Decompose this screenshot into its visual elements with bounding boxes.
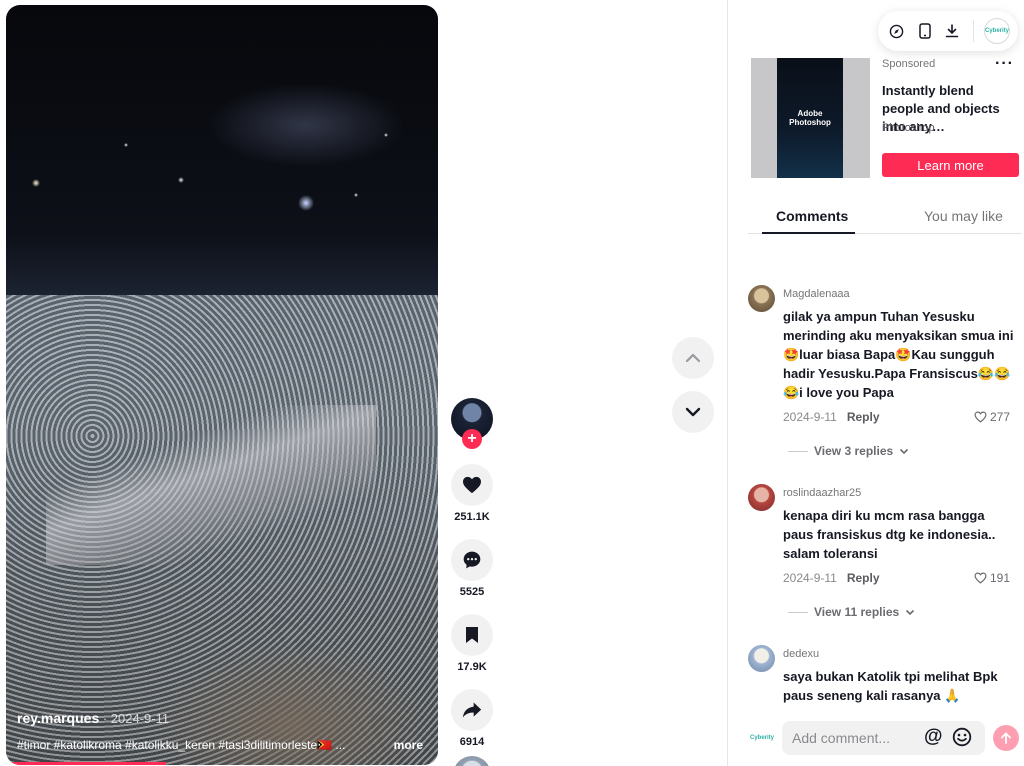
commenter-avatar[interactable] [748, 484, 775, 511]
commenter-avatar[interactable] [748, 645, 775, 672]
video-tree [76, 565, 436, 765]
comment-date: 2024-9-11 [783, 571, 837, 585]
comment-like-button[interactable]: 191 [974, 571, 1010, 585]
chevron-down-icon [900, 448, 909, 454]
top-toolbar: Cyberity [878, 11, 1018, 51]
tab-you-may-like[interactable]: You may like [924, 208, 1003, 224]
ad-brand[interactable]: Photoshop [882, 122, 935, 134]
comment-action: 5525 [450, 539, 494, 598]
comment-like-button[interactable]: 277 [974, 410, 1010, 424]
share-button[interactable] [451, 689, 493, 731]
ad-more-options-button[interactable]: ··· [995, 55, 1014, 73]
like-action: 251.1K [450, 464, 494, 523]
share-arrow-icon [462, 702, 482, 718]
replies-divider-line [788, 611, 808, 613]
sound-avatar[interactable] [453, 756, 491, 766]
share-action: 6914 [450, 689, 494, 748]
view-replies-button[interactable]: View 3 replies [788, 444, 909, 458]
send-comment-button[interactable] [993, 725, 1019, 751]
comment-date: 2024-9-11 [783, 410, 837, 424]
comment-like-count: 191 [989, 571, 1010, 585]
music-disc[interactable] [450, 756, 494, 766]
comment-item: dedexu saya bukan Katolik tpi melihat Bp… [748, 645, 1018, 710]
active-tab-indicator [762, 232, 855, 234]
toolbar-divider [973, 20, 974, 42]
action-rail: + 251.1K 5525 17.9K 6914 [450, 398, 494, 766]
view-replies-label: View 11 replies [814, 605, 900, 619]
comment-item: roslindaazhar25 kenapa diri ku mcm rasa … [748, 484, 1018, 624]
comment-count: 5525 [459, 586, 485, 598]
previous-video-button[interactable] [672, 337, 714, 379]
tiktok-video-page: rey.marques · 2024-9-11 #timor #katolikr… [0, 0, 1024, 766]
video-road [46, 405, 376, 565]
bookmark-icon [466, 627, 478, 643]
heart-outline-icon [974, 572, 987, 584]
view-replies-button[interactable]: View 11 replies [788, 605, 915, 619]
like-count: 251.1K [454, 511, 490, 523]
compass-icon[interactable] [886, 20, 908, 42]
commenter-username[interactable]: dedexu [783, 648, 819, 660]
video-city-lights [6, 5, 438, 309]
save-action: 17.9K [450, 614, 494, 673]
commenter-username[interactable]: roslindaazhar25 [783, 487, 861, 499]
comments-panel: Cyberity Adobe Photoshop Sponsored ··· I… [727, 0, 1024, 766]
comment-meta: 2024-9-11 Reply [783, 571, 880, 585]
ad-learn-more-button[interactable]: Learn more [882, 153, 1019, 177]
download-icon[interactable] [941, 20, 963, 42]
save-button[interactable] [451, 614, 493, 656]
creator-avatar-wrap: + [451, 398, 493, 449]
caption-more-button[interactable]: more [394, 738, 423, 752]
comment-button[interactable] [451, 539, 493, 581]
video-author[interactable]: rey.marques · 2024-9-11 [17, 710, 169, 726]
commenter-username[interactable]: Magdalenaaa [783, 288, 850, 300]
ad-thumbnail-text: Adobe Photoshop [777, 58, 843, 178]
tab-comments[interactable]: Comments [776, 208, 848, 224]
mobile-device-icon[interactable] [914, 20, 936, 42]
heart-outline-icon [974, 411, 987, 423]
save-count: 17.9K [457, 661, 487, 673]
comment-text: kenapa diri ku mcm rasa bangga paus fran… [783, 508, 996, 561]
ad-thumbnail[interactable]: Adobe Photoshop [751, 58, 870, 178]
view-replies-label: View 3 replies [814, 444, 894, 458]
next-video-button[interactable] [672, 391, 714, 433]
comment-bubble-icon [463, 551, 481, 569]
chevron-down-icon [685, 407, 701, 417]
video-caption[interactable]: #timor #katolikroma #katolikku_keren #ta… [17, 738, 367, 752]
arrow-up-icon [1001, 732, 1011, 744]
chevron-down-icon [906, 609, 915, 615]
comment-text: saya bukan Katolik tpi melihat Bpk paus … [783, 669, 998, 703]
video-date: · 2024-9-11 [99, 711, 170, 726]
ad-sponsored-label: Sponsored [882, 58, 936, 70]
comment-text: gilak ya ampun Tuhan Yesusku merinding a… [783, 309, 1014, 400]
reply-button[interactable]: Reply [847, 571, 880, 585]
panel-tabs: Comments You may like [748, 200, 1022, 234]
video-author-name[interactable]: rey.marques [17, 710, 99, 726]
video-player[interactable]: rey.marques · 2024-9-11 #timor #katolikr… [6, 5, 438, 765]
comment-meta: 2024-9-11 Reply [783, 410, 880, 424]
like-button[interactable] [451, 464, 493, 506]
replies-divider-line [788, 450, 808, 452]
composer-logo: Cyberity [750, 735, 775, 741]
comment-composer: Cyberity @ [744, 718, 1022, 758]
profile-logo[interactable]: Cyberity [984, 18, 1010, 44]
share-count: 6914 [459, 736, 485, 748]
mention-at-icon[interactable]: @ [924, 726, 943, 748]
chevron-up-icon [685, 353, 701, 363]
commenter-avatar[interactable] [748, 285, 775, 312]
reply-button[interactable]: Reply [847, 410, 880, 424]
comment-like-count: 277 [989, 410, 1010, 424]
follow-button[interactable]: + [462, 429, 482, 449]
video-progress-bar[interactable] [6, 762, 166, 765]
comment-item: Magdalenaaa gilak ya ampun Tuhan Yesusku… [748, 285, 1018, 470]
emoji-icon[interactable] [952, 727, 972, 752]
heart-icon [463, 476, 481, 494]
